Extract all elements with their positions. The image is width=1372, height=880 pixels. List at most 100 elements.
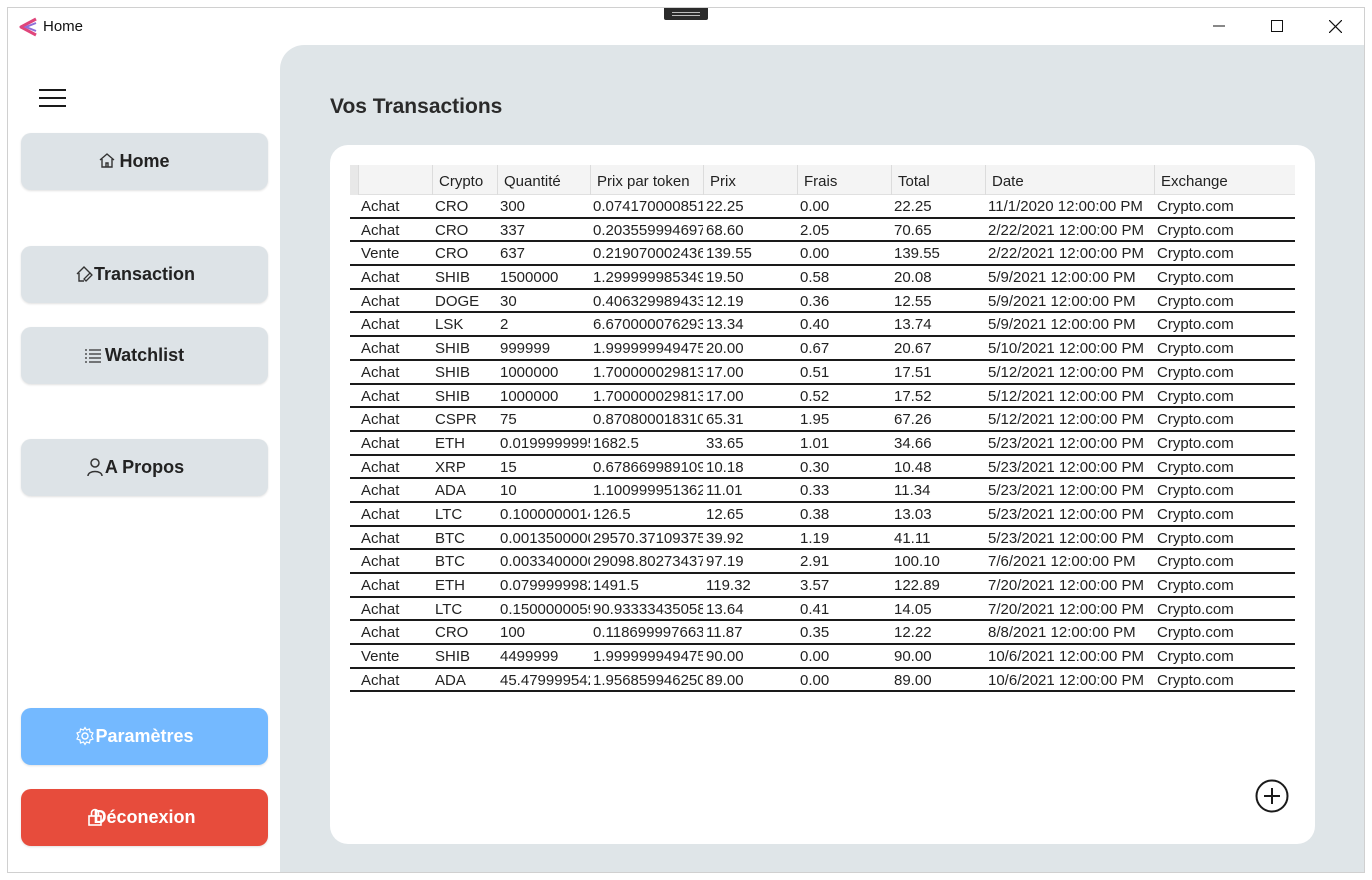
cell-prix: 11.01: [706, 482, 743, 500]
cell-type: Achat: [361, 671, 400, 689]
cell-quantite: 4499999: [500, 648, 559, 666]
table-row[interactable]: Achat BTC 0.003340000029098.802734375097.1…: [350, 550, 1295, 574]
cell-date: 7/20/2021 12:00:00 PM: [988, 577, 1144, 594]
sidebar-item-watchlist[interactable]: Watchlist: [21, 327, 268, 384]
table-row[interactable]: Achat ADA 10 1.1009999513626 11.01 0.33 11.34 5…: [350, 479, 1295, 503]
cell-crypto: SHIB: [435, 648, 471, 666]
cell-prix: 12.19: [706, 292, 744, 310]
cell-total: 10.48: [894, 458, 932, 476]
table-row[interactable]: Achat CRO 337 0.2035599946976 68.60 2.05 70.65…: [350, 219, 1295, 243]
cell-frais: 0.58: [800, 269, 830, 287]
column-header-crypto[interactable]: Crypto: [432, 165, 497, 195]
cell-crypto: BTC: [435, 553, 465, 571]
column-header-prix-par-token[interactable]: Prix par token: [590, 165, 703, 195]
table-row[interactable]: Vente CRO 637 0.2190700024366 139.55 0.00 139.…: [350, 242, 1295, 267]
table-row[interactable]: Achat SHIB 1000000 1.7000000298139 17.00 0.51…: [350, 361, 1295, 385]
table-row[interactable]: Achat SHIB 1500000 1.2999999853499 19.50 0.58…: [350, 266, 1295, 290]
cell-exchange: Crypto.com: [1157, 600, 1234, 618]
cell-type: Achat: [361, 363, 400, 381]
cell-date: 11/1/2020 12:00:00 PM: [988, 198, 1143, 215]
cell-frais: 0.00: [800, 648, 830, 666]
cell-frais: 0.67: [800, 340, 830, 358]
cell-type: Achat: [361, 387, 400, 405]
table-row[interactable]: Achat ETH 0.0199999995 1682.5 33.65 1.01 34.66…: [350, 432, 1295, 456]
cell-prix: 13.64: [706, 600, 744, 618]
cell-total: 20.67: [894, 340, 932, 358]
minimize-button[interactable]: [1190, 8, 1248, 44]
column-header-prix[interactable]: Prix: [703, 165, 797, 195]
transactions-table[interactable]: Crypto Quantité Prix par token Prix Frai…: [350, 165, 1295, 693]
table-row[interactable]: Achat DOGE 30 0.4063299894333 12.19 0.36 12.55…: [350, 290, 1295, 314]
add-transaction-button[interactable]: [1255, 779, 1289, 813]
cell-crypto: SHIB: [435, 269, 471, 287]
sidebar-item-a-propos[interactable]: A Propos: [21, 439, 268, 496]
cell-prix: 68.60: [706, 221, 744, 239]
logout-button[interactable]: Déconexion: [21, 789, 268, 846]
hamburger-menu-icon[interactable]: [39, 89, 67, 109]
table-row[interactable]: Achat CSPR 75 0.8708000183106 65.31 1.95 67.26…: [350, 408, 1295, 432]
cell-prix-par-token: 6.6700000762939: [593, 316, 703, 334]
cell-frais: 0.38: [800, 505, 830, 523]
table-row[interactable]: Achat SHIB 1000000 1.7000000298139 17.00 0.52…: [350, 385, 1295, 409]
column-header-frais[interactable]: Frais: [797, 165, 891, 195]
table-row[interactable]: Achat LSK 2 6.6700000762939 13.34 0.40 13.74 5/…: [350, 313, 1295, 338]
table-row[interactable]: Achat BTC 0.001350000029570.371093750039.9…: [350, 527, 1295, 551]
cell-type: Vente: [361, 245, 400, 263]
cell-frais: 0.00: [800, 671, 830, 689]
column-header-quantite[interactable]: Quantité: [497, 165, 590, 195]
sidebar-item-transaction[interactable]: Transaction: [21, 246, 268, 303]
person-icon: [87, 458, 103, 477]
house-edit-icon: [76, 266, 93, 282]
cell-frais: 2.91: [800, 553, 830, 571]
settings-button[interactable]: Paramètres: [21, 708, 268, 765]
close-button[interactable]: [1306, 8, 1364, 44]
cell-type: Achat: [361, 434, 400, 452]
column-header-date[interactable]: Date: [985, 165, 1154, 195]
cell-prix-par-token: 1.2999999853499: [593, 269, 703, 287]
cell-prix-par-token: 0.6786699891090: [593, 458, 703, 476]
cell-prix-par-token: 29570.3710937500: [593, 529, 703, 547]
table-row[interactable]: Achat ETH 0.0799999982 1491.5 119.32 3.57 122.…: [350, 574, 1295, 598]
cell-quantite: 100: [500, 624, 526, 642]
cell-frais: 0.33: [800, 482, 830, 500]
column-header[interactable]: [358, 165, 432, 195]
cell-quantite: 10: [500, 482, 517, 500]
cell-total: 13.74: [894, 316, 932, 334]
cell-date: 5/12/2021 12:00:00 PM: [988, 387, 1144, 405]
table-row[interactable]: AchatADA45.47999954221.956859946250989.0…: [350, 669, 1295, 693]
cell-date: 7/6/2021 12:00:00 PM: [988, 553, 1136, 571]
cell-date: 5/23/2021 12:00:00 PM: [988, 529, 1144, 547]
cell-crypto: XRP: [435, 458, 466, 476]
table-row[interactable]: Achat SHIB 999999 1.9999999494758 20.00 0.67 2…: [350, 337, 1295, 361]
table-row[interactable]: Achat XRP 15 0.6786699891090 10.18 0.30 10.48 5…: [350, 456, 1295, 480]
maximize-icon: [1271, 20, 1283, 32]
cell-crypto: LTC: [435, 505, 463, 523]
table-row[interactable]: Achat LTC 0.150000005990.933334350585913.6…: [350, 598, 1295, 622]
cell-crypto: CSPR: [435, 411, 477, 429]
table-row[interactable]: Achat CRO 100 0.1186999976634 11.87 0.35 12.22…: [350, 621, 1295, 646]
cell-exchange: Crypto.com: [1157, 292, 1234, 310]
cell-total: 70.65: [894, 221, 932, 239]
cell-frais: 2.05: [800, 221, 830, 239]
cell-quantite: 30: [500, 292, 517, 310]
cell-frais: 0.00: [800, 198, 830, 215]
cell-quantite: 1000000: [500, 387, 559, 405]
column-header-exchange[interactable]: Exchange: [1154, 165, 1295, 195]
table-row[interactable]: Achat CRO 300 0.0741700008511 22.25 0.00 22.25…: [350, 195, 1295, 219]
cell-crypto: CRO: [435, 245, 469, 263]
cell-total: 17.52: [894, 387, 932, 405]
table-row[interactable]: Achat LTC 0.1000000014 126.5 12.65 0.38 13.03 5…: [350, 503, 1295, 527]
maximize-button[interactable]: [1248, 8, 1306, 44]
drag-handle[interactable]: [664, 8, 708, 20]
cell-crypto: SHIB: [435, 340, 471, 358]
sidebar-item-home[interactable]: Home: [21, 133, 268, 190]
gear-icon: [76, 726, 94, 746]
cell-quantite: 0.0033400000: [500, 553, 590, 571]
table-row[interactable]: Vente SHIB 4499999 1.9999999494758 90.00 0.00…: [350, 645, 1295, 669]
cell-exchange: Crypto.com: [1157, 648, 1234, 666]
app-logo-icon: [19, 17, 37, 37]
cell-exchange: Crypto.com: [1157, 671, 1234, 689]
cell-frais: 1.95: [800, 411, 830, 429]
column-header-total[interactable]: Total: [891, 165, 985, 195]
cell-total: 67.26: [894, 411, 932, 429]
